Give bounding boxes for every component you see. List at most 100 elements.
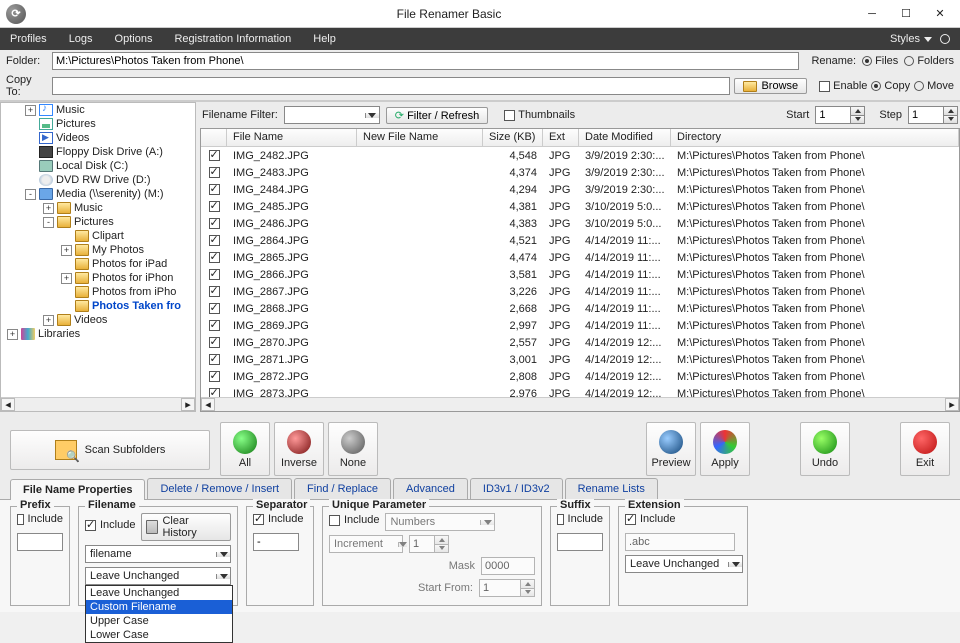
row-checkbox[interactable] [209,235,220,246]
expand-icon[interactable]: + [43,315,54,326]
help-icon[interactable] [940,34,950,44]
option-upper-case[interactable]: Upper Case [86,614,232,628]
tree-node[interactable]: Local Disk (C:) [1,160,195,172]
table-row[interactable]: IMG_2871.JPG3,001JPG4/14/2019 12:...M:\P… [201,351,959,368]
tree-node[interactable]: -Pictures [1,216,195,228]
tree-node[interactable]: +Libraries [1,328,195,340]
select-none-button[interactable]: None [328,422,378,476]
row-checkbox[interactable] [209,269,220,280]
menu-profiles[interactable]: Profiles [10,33,47,45]
table-row[interactable]: IMG_2870.JPG2,557JPG4/14/2019 12:...M:\P… [201,334,959,351]
tree-node[interactable]: +Music [1,202,195,214]
tab-delete-remove[interactable]: Delete / Remove / Insert [147,478,292,499]
extension-include-checkbox[interactable]: Include [625,513,741,525]
filename-case-combo[interactable]: Leave Unchanged [85,567,231,585]
tree-node[interactable]: +Photos for iPhon [1,272,195,284]
table-row[interactable]: IMG_2867.JPG3,226JPG4/14/2019 11:...M:\P… [201,283,959,300]
table-row[interactable]: IMG_2872.JPG2,808JPG4/14/2019 12:...M:\P… [201,368,959,385]
menu-logs[interactable]: Logs [69,33,93,45]
step-spinner[interactable] [908,106,958,124]
col-dir[interactable]: Directory [671,129,959,146]
table-row[interactable]: IMG_2865.JPG4,474JPG4/14/2019 11:...M:\P… [201,249,959,266]
rename-folders-radio[interactable]: Folders [904,55,954,67]
select-all-button[interactable]: All [220,422,270,476]
maximize-button[interactable]: ☐ [898,6,914,22]
start-spinner[interactable] [815,106,865,124]
tree-node[interactable]: Clipart [1,230,195,242]
mask-input[interactable] [481,557,535,575]
expand-icon[interactable]: + [7,329,18,340]
table-row[interactable]: IMG_2864.JPG4,521JPG4/14/2019 11:...M:\P… [201,232,959,249]
tab-advanced[interactable]: Advanced [393,478,468,499]
row-checkbox[interactable] [209,303,220,314]
expand-icon[interactable]: - [25,189,36,200]
tree-node[interactable]: Videos [1,132,195,144]
tree-node[interactable]: +Videos [1,314,195,326]
row-checkbox[interactable] [209,354,220,365]
tree-node[interactable]: +My Photos [1,244,195,256]
minimize-button[interactable]: ─ [864,6,880,22]
browse-button[interactable]: Browse [734,78,807,94]
expand-icon[interactable]: + [61,273,72,284]
option-leave-unchanged[interactable]: Leave Unchanged [86,586,232,600]
suffix-include-checkbox[interactable]: Include [557,513,603,525]
filename-include-checkbox[interactable]: Include [85,519,135,531]
folder-tree[interactable]: +MusicPicturesVideosFloppy Disk Drive (A… [0,102,196,412]
row-checkbox[interactable] [209,388,220,397]
option-custom-filename[interactable]: Custom Filename [86,600,232,614]
tree-node[interactable]: -Media (\\serenity) (M:) [1,188,195,200]
table-row[interactable]: IMG_2868.JPG2,668JPG4/14/2019 11:...M:\P… [201,300,959,317]
rename-files-radio[interactable]: Files [862,55,898,67]
table-row[interactable]: IMG_2873.JPG2,976JPG4/14/2019 12:...M:\P… [201,385,959,397]
col-filename[interactable]: File Name [227,129,357,146]
expand-icon[interactable]: + [43,203,54,214]
row-checkbox[interactable] [209,252,220,263]
expand-icon[interactable]: - [43,217,54,228]
enable-checkbox[interactable]: Enable [819,80,867,92]
tree-node[interactable]: +Music [1,104,195,116]
tree-h-scrollbar[interactable]: ◂▸ [1,397,195,411]
copyto-input[interactable] [52,77,730,95]
table-row[interactable]: IMG_2483.JPG4,374JPG3/9/2019 2:30:...M:\… [201,164,959,181]
row-checkbox[interactable] [209,167,220,178]
tree-node[interactable]: Photos for iPad [1,258,195,270]
copy-radio[interactable]: Copy [871,80,910,92]
suffix-input[interactable] [557,533,603,551]
startfrom-spinner[interactable] [479,579,535,597]
col-date[interactable]: Date Modified [579,129,671,146]
table-row[interactable]: IMG_2486.JPG4,383JPG3/10/2019 5:0...M:\P… [201,215,959,232]
table-row[interactable]: IMG_2866.JPG3,581JPG4/14/2019 11:...M:\P… [201,266,959,283]
table-row[interactable]: IMG_2482.JPG4,548JPG3/9/2019 2:30:...M:\… [201,147,959,164]
col-ext[interactable]: Ext [543,129,579,146]
unique-type-combo[interactable]: Numbers [385,513,495,531]
thumbnails-checkbox[interactable]: Thumbnails [504,109,575,121]
tree-node[interactable]: Photos from iPho [1,286,195,298]
extension-case-combo[interactable]: Leave Unchanged [625,555,743,573]
scan-subfolders-button[interactable]: Scan Subfolders [10,430,210,470]
filename-value-combo[interactable]: filename [85,545,231,563]
tab-id3[interactable]: ID3v1 / ID3v2 [470,478,563,499]
filter-refresh-button[interactable]: ⟳ Filter / Refresh [386,107,488,124]
col-newname[interactable]: New File Name [357,129,483,146]
apply-button[interactable]: Apply [700,422,750,476]
exit-button[interactable]: Exit [900,422,950,476]
tab-rename-lists[interactable]: Rename Lists [565,478,658,499]
prefix-include-checkbox[interactable]: Include [17,513,63,525]
styles-dropdown[interactable]: Styles [890,33,950,45]
tab-find-replace[interactable]: Find / Replace [294,478,391,499]
increment-spinner[interactable] [409,535,449,553]
unique-include-checkbox[interactable]: Include [329,514,379,526]
tab-filename-props[interactable]: File Name Properties [10,479,145,500]
preview-button[interactable]: Preview [646,422,696,476]
tree-node[interactable]: Pictures [1,118,195,130]
separator-include-checkbox[interactable]: Include [253,513,307,525]
table-row[interactable]: IMG_2485.JPG4,381JPG3/10/2019 5:0...M:\P… [201,198,959,215]
row-checkbox[interactable] [209,286,220,297]
extension-input[interactable] [625,533,735,551]
prefix-input[interactable] [17,533,63,551]
tree-node[interactable]: Photos Taken fro [1,300,195,312]
row-checkbox[interactable] [209,201,220,212]
increment-combo[interactable]: Increment [329,535,403,553]
filter-combo[interactable] [284,106,380,124]
move-radio[interactable]: Move [914,80,954,92]
